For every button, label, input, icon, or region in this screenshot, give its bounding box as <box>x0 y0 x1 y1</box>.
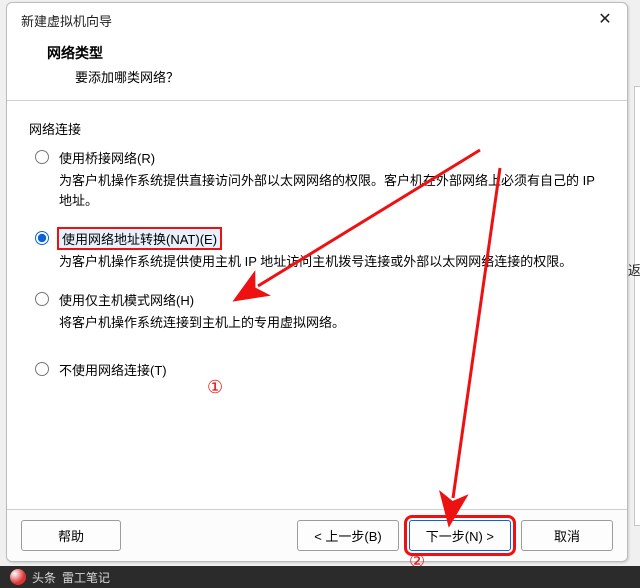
option-nat: 使用网络地址转换(NAT)(E) 为客户机操作系统提供使用主机 IP 地址访问主… <box>35 229 605 272</box>
cancel-button[interactable]: 取消 <box>521 520 613 551</box>
next-button[interactable]: 下一步(N) > <box>409 520 511 551</box>
option-none: 不使用网络连接(T) <box>35 360 605 379</box>
option-bridged-row[interactable]: 使用桥接网络(R) <box>35 148 605 167</box>
option-bridged: 使用桥接网络(R) 为客户机操作系统提供直接访问外部以太网网络的权限。客户机在外… <box>35 148 605 211</box>
back-button[interactable]: < 上一步(B) <box>297 520 399 551</box>
wizard-dialog: 新建虚拟机向导 ✕ 网络类型 要添加哪类网络？ 网络连接 使用桥接网络(R) 为… <box>6 2 628 562</box>
option-hostonly-label: 使用仅主机模式网络(H) <box>59 290 194 309</box>
option-bridged-desc: 为客户机操作系统提供直接访问外部以太网网络的权限。客户机在外部网络上必须有自己的… <box>59 171 605 211</box>
group-label: 网络连接 <box>29 119 605 138</box>
option-none-row[interactable]: 不使用网络连接(T) <box>35 360 605 379</box>
option-nat-row[interactable]: 使用网络地址转换(NAT)(E) <box>35 229 605 248</box>
option-hostonly: 使用仅主机模式网络(H) 将客户机操作系统连接到主机上的专用虚拟网络。 <box>35 290 605 333</box>
footer-bar: 头条 雷工笔记 <box>0 566 640 588</box>
radio-none[interactable] <box>35 362 49 376</box>
option-hostonly-row[interactable]: 使用仅主机模式网络(H) <box>35 290 605 309</box>
option-bridged-label: 使用桥接网络(R) <box>59 148 155 167</box>
wizard-header: 网络类型 要添加哪类网络？ <box>7 37 627 101</box>
radio-bridged[interactable] <box>35 150 49 164</box>
header-title: 网络类型 <box>47 43 611 63</box>
window-title: 新建虚拟机向导 <box>21 11 112 30</box>
option-nat-label: 使用网络地址转换(NAT)(E) <box>59 229 220 248</box>
option-nat-desc: 为客户机操作系统提供使用主机 IP 地址访问主机拨号连接或外部以太网网络连接的权… <box>59 252 605 272</box>
option-hostonly-desc: 将客户机操作系统连接到主机上的专用虚拟网络。 <box>59 313 605 333</box>
help-button[interactable]: 帮助 <box>21 520 121 551</box>
title-bar: 新建虚拟机向导 ✕ <box>7 3 627 37</box>
side-panel-edge <box>634 86 640 526</box>
header-subtitle: 要添加哪类网络？ <box>75 67 611 86</box>
option-none-label: 不使用网络连接(T) <box>59 360 167 379</box>
radio-hostonly[interactable] <box>35 292 49 306</box>
footer-author: 雷工笔记 <box>62 569 110 586</box>
radio-nat[interactable] <box>35 231 49 245</box>
button-bar: 帮助 < 上一步(B) 下一步(N) > 取消 <box>7 509 627 561</box>
annotation-one: ① <box>207 377 223 398</box>
wizard-content: 网络连接 使用桥接网络(R) 为客户机操作系统提供直接访问外部以太网网络的权限。… <box>7 101 627 509</box>
footer-avatar-icon <box>10 569 26 585</box>
close-icon[interactable]: ✕ <box>593 8 617 32</box>
footer-prefix: 头条 <box>32 569 56 586</box>
side-panel-return[interactable]: 返 <box>628 260 640 279</box>
